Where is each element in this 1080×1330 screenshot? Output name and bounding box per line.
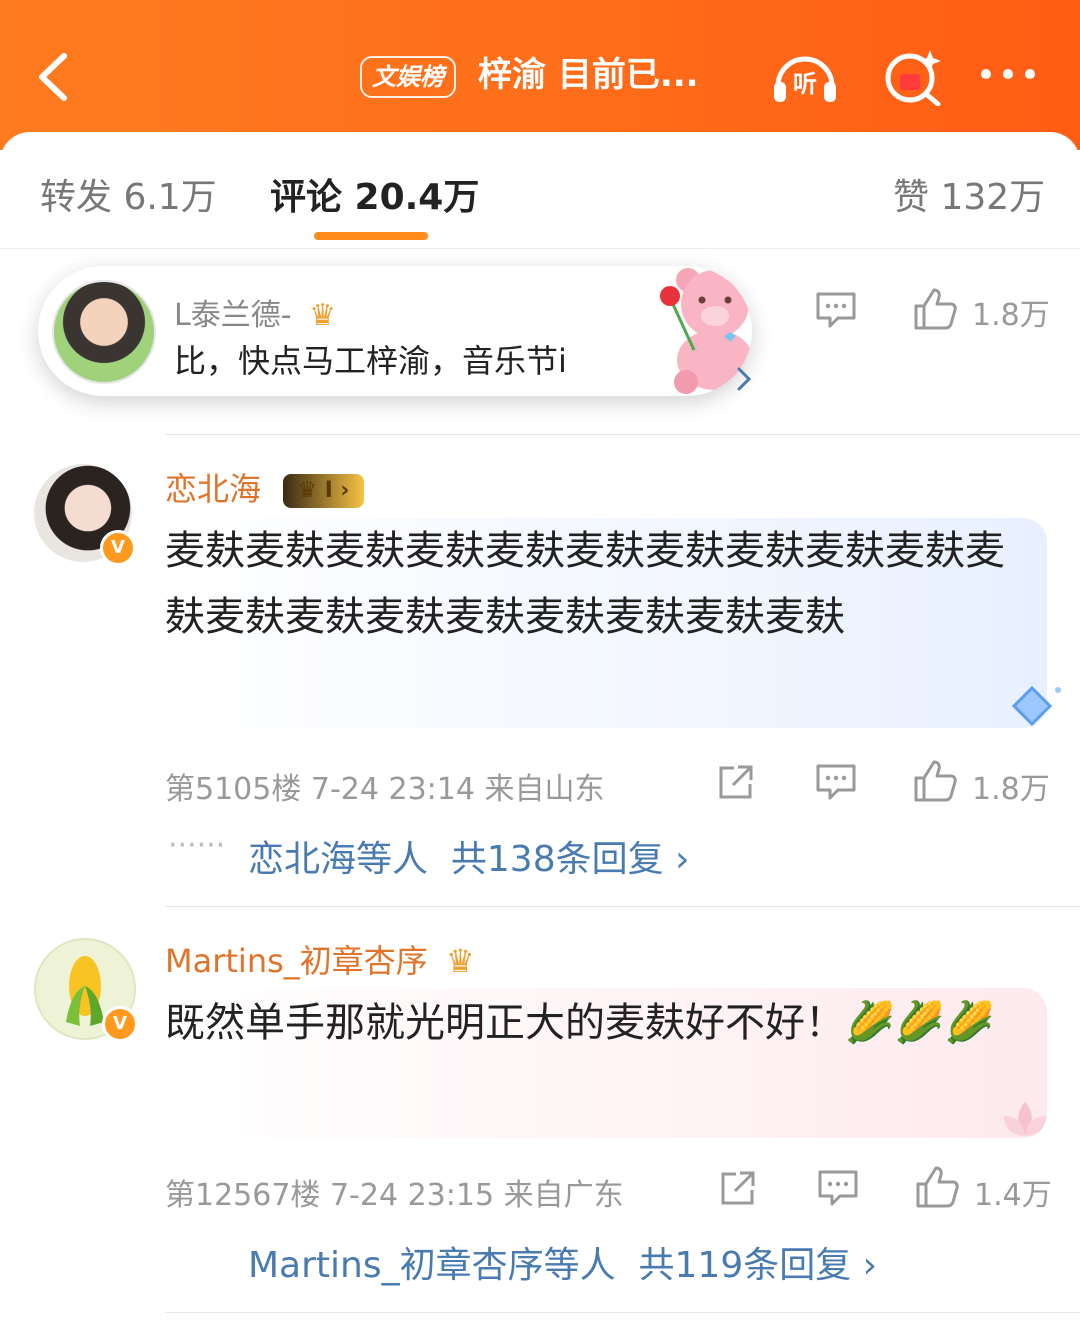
more-button[interactable] bbox=[976, 46, 1046, 106]
tab-repost[interactable]: 转发 6.1万 bbox=[40, 168, 217, 220]
comment-item: V Martins_初章杏序 ♛ 既然单手那就光明正大的麦麸好不好！🌽🌽🌽 第1… bbox=[0, 906, 1080, 1330]
top-bar: 文娱榜 梓渝 目前已... 听 bbox=[0, 0, 1080, 150]
crown-icon: ♛ bbox=[309, 298, 336, 333]
comment-text: 既然单手那就光明正大的麦麸好不好！🌽🌽🌽 bbox=[165, 1000, 995, 1046]
avatar[interactable]: V bbox=[34, 938, 138, 1042]
tab-comment[interactable]: 评论 20.4万 bbox=[270, 168, 479, 220]
comment-text: 麦麸麦麸麦麸麦麸麦麸麦麸麦麸麦麸麦麸麦麸麦麸麦麸麦麸麦麸麦麸麦麸麦麸麦麸麦麸 bbox=[165, 528, 1005, 640]
divider bbox=[165, 1312, 1080, 1313]
share-icon[interactable] bbox=[716, 762, 756, 802]
comment-meta: 第5105楼 7-24 23:14 来自山东 bbox=[165, 772, 605, 807]
listen-button[interactable]: 听 bbox=[770, 46, 840, 106]
reply-user: 恋北海等人 bbox=[248, 839, 429, 880]
ellipsis-dots: ······ bbox=[168, 828, 226, 863]
thumbs-up-icon[interactable] bbox=[912, 758, 958, 804]
more-dots-icon bbox=[981, 69, 1035, 79]
post-title: 梓渝 目前已... bbox=[478, 55, 699, 95]
like-count: 1.8万 bbox=[972, 298, 1050, 333]
reply-icon[interactable] bbox=[816, 1168, 860, 1208]
avatar[interactable]: V bbox=[34, 464, 136, 566]
back-arrow-icon[interactable] bbox=[34, 50, 74, 104]
listen-label: 听 bbox=[793, 70, 817, 98]
thumbs-up-icon[interactable] bbox=[914, 1164, 960, 1210]
comment-username[interactable]: 恋北海 ♛ I › bbox=[165, 464, 364, 510]
comment-username[interactable]: Martins_初章杏序 ♛ bbox=[165, 936, 475, 982]
tab-active-indicator bbox=[314, 232, 428, 240]
popup-comment-text: 比，快点马工梓渝，音乐节i bbox=[174, 342, 567, 380]
search-button[interactable] bbox=[880, 46, 950, 107]
like-count: 1.8万 bbox=[972, 772, 1050, 807]
hot-list-badge[interactable]: 文娱榜 bbox=[360, 56, 456, 98]
reply-summary-link[interactable]: 恋北海等人 共138条回复 › bbox=[248, 830, 689, 882]
comment-meta: 第12567楼 7-24 23:15 来自广东 bbox=[165, 1178, 624, 1213]
lotus-decoration-icon bbox=[1004, 1102, 1046, 1136]
avatar[interactable] bbox=[52, 280, 156, 384]
reply-icon[interactable] bbox=[814, 290, 858, 330]
verified-badge-icon: V bbox=[102, 1006, 138, 1042]
crown-icon: ♛ bbox=[445, 942, 475, 980]
share-icon[interactable] bbox=[718, 1168, 758, 1208]
reply-summary-link[interactable]: Martins_初章杏序等人 共119条回复 › bbox=[248, 1236, 877, 1288]
verified-badge-icon: V bbox=[100, 530, 136, 566]
reply-user: Martins_初章杏序等人 bbox=[248, 1245, 616, 1286]
reply-count: 共138条回复 › bbox=[450, 839, 690, 880]
reply-count: 共119条回复 › bbox=[638, 1245, 878, 1286]
vip-crown-badge-icon: ♛ I › bbox=[283, 474, 364, 508]
like-count: 1.4万 bbox=[974, 1178, 1052, 1213]
headphone-icon: 听 bbox=[774, 56, 836, 102]
comment-item: V 恋北海 ♛ I › 麦麸麦麸麦麸麦麸麦麸麦麸麦麸麦麸麦麸麦麸麦麸麦麸麦麸麦麸… bbox=[0, 434, 1080, 904]
popup-username[interactable]: L泰兰德- ♛ bbox=[174, 290, 336, 334]
reply-icon[interactable] bbox=[814, 762, 858, 802]
tab-like[interactable]: 赞 132万 bbox=[893, 168, 1045, 220]
search-sparkle-icon bbox=[885, 50, 941, 107]
thumbs-up-icon[interactable] bbox=[912, 286, 958, 332]
chevron-right-icon[interactable] bbox=[734, 366, 754, 392]
floating-comment-popup[interactable]: L泰兰德- ♛ 比，快点马工梓渝，音乐节i bbox=[38, 266, 752, 396]
tab-bar: 转发 6.1万 评论 20.4万 赞 132万 bbox=[0, 132, 1080, 249]
diamond-decoration-icon bbox=[1011, 685, 1061, 727]
